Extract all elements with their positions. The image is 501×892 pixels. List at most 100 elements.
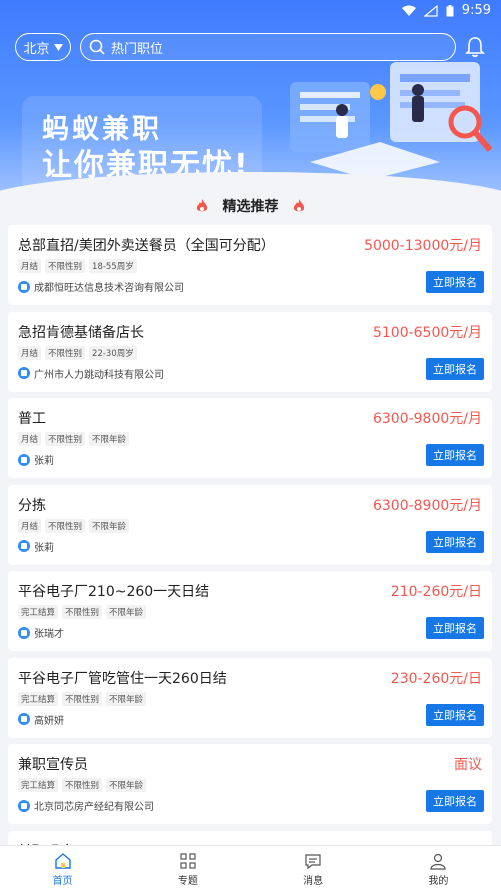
company-icon xyxy=(18,280,30,293)
company-name: 高妍妍 xyxy=(34,715,64,727)
job-title: 兼职宣传员 xyxy=(18,757,88,773)
job-company: 张瑞才 xyxy=(18,625,64,640)
company-name: 成都恒旺达信息技术咨询有限公司 xyxy=(34,283,184,294)
nav-topics-label: 专题 xyxy=(177,875,198,887)
section-header: 精选推荐 xyxy=(0,196,501,216)
company-name: 张莉 xyxy=(34,456,54,467)
job-tag: 不限性别 xyxy=(45,345,86,360)
company-icon xyxy=(18,367,30,379)
job-tag: 22-30周岁 xyxy=(89,345,137,360)
job-salary: 210-260元/日 xyxy=(390,584,482,600)
nav-home[interactable]: 首页 xyxy=(0,846,125,892)
company-icon xyxy=(18,799,30,812)
job-tags: 月结 不限性别 不限年龄 xyxy=(18,518,130,533)
job-tags: 月结 不限性别 18-55周岁 xyxy=(18,259,137,273)
user-icon xyxy=(430,853,446,870)
job-card[interactable]: 普工 6300-9800元/月月结 不限性别 不限年龄张莉 立即报名 xyxy=(8,398,492,478)
bottom-nav: 首页 专题 消息 我的 xyxy=(0,845,501,892)
apply-button[interactable]: 立即报名 xyxy=(426,357,484,380)
job-tag: 完工结算 xyxy=(18,605,59,619)
section-title: 精选推荐 xyxy=(222,199,279,215)
job-salary: 230-260元/日 xyxy=(390,670,482,687)
job-tag: 不限性别 xyxy=(62,778,103,792)
job-title: 急招肯德基储备店长 xyxy=(18,324,144,341)
bell-icon[interactable] xyxy=(464,36,486,58)
nav-home-label: 首页 xyxy=(52,875,73,887)
company-name: 广州市人力跳动科技有限公司 xyxy=(34,369,164,381)
job-card[interactable]: 平谷电子厂管吃管住一天260日结 230-260元/日完工结算 不限性别 不限年龄高妍… xyxy=(8,657,492,738)
job-salary: 面议 xyxy=(454,757,482,773)
grid-icon xyxy=(180,852,196,869)
job-salary: 5100-6500元/月 xyxy=(372,324,482,341)
company-icon xyxy=(18,626,30,639)
job-company: 成都恒旺达信息技术咨询有限公司 xyxy=(18,279,184,294)
banner-illustration xyxy=(290,62,493,180)
status-bar: 9:59 xyxy=(0,0,501,22)
company-icon xyxy=(18,713,30,725)
job-tag: 月结 xyxy=(18,259,42,273)
company-name: 北京同芯房产经纪有限公司 xyxy=(34,802,154,813)
job-tag: 不限年龄 xyxy=(106,691,147,706)
job-salary: 5000-13000元/月 xyxy=(364,238,482,254)
job-tag: 完工结算 xyxy=(18,778,59,792)
job-tag: 18-55周岁 xyxy=(89,259,137,273)
job-card[interactable]: 平谷电子厂210~260一天日结 210-260元/日 完工结算 不限性别 不限年龄 张瑞… xyxy=(8,571,492,651)
message-icon xyxy=(305,853,321,869)
job-tag: 月结 xyxy=(18,518,42,533)
job-title: 分拣 xyxy=(18,497,46,514)
job-company: 广州市人力跳动科技有限公司 xyxy=(18,366,164,381)
apply-button[interactable]: 立即报名 xyxy=(426,444,484,466)
job-tags: 完工结算 不限性别 不限年龄 xyxy=(18,778,147,792)
job-tag: 完工结算 xyxy=(18,691,59,706)
nav-mine[interactable]: 我的 xyxy=(376,846,501,892)
apply-button[interactable]: 立即报名 xyxy=(426,530,484,553)
search-icon xyxy=(89,39,105,55)
apply-button[interactable]: 立即报名 xyxy=(426,790,484,812)
signal-icon xyxy=(423,4,438,17)
nav-messages[interactable]: 消息 xyxy=(251,846,376,892)
job-card[interactable]: 兼职宣传员 面议完工结算 不限性别 不限年龄北京同芯房产经纪有限公司 立即报名 xyxy=(8,744,492,824)
wifi-icon xyxy=(401,5,416,16)
city-selector[interactable]: 北京 xyxy=(15,33,71,61)
job-tag: 不限年龄 xyxy=(106,778,147,792)
job-title: 总部直招/美团外卖送餐员（全国可分配） xyxy=(18,238,275,254)
apply-button[interactable]: 立即报名 xyxy=(426,703,484,726)
job-tag: 不限性别 xyxy=(62,691,103,706)
banner-line1: 蚂蚁兼职 xyxy=(42,114,162,145)
company-icon xyxy=(18,453,30,466)
job-tag: 不限性别 xyxy=(45,432,86,446)
apply-button[interactable]: 立即报名 xyxy=(426,617,484,639)
job-tag: 不限性别 xyxy=(45,259,86,273)
job-title: 平谷电子厂管吃管住一天260日结 xyxy=(18,670,227,687)
apply-button[interactable]: 立即报名 xyxy=(426,271,484,293)
job-card[interactable]: 总部直招/美团外卖送餐员（全国可分配） 5000-13000元/月月结 不限性别 18… xyxy=(8,225,492,305)
company-name: 张瑞才 xyxy=(34,629,64,640)
job-tags: 完工结算 不限性别 不限年龄 xyxy=(18,691,147,706)
status-time: 9:59 xyxy=(461,3,491,18)
search-input[interactable]: 热门职位 xyxy=(80,33,456,61)
job-tag: 不限性别 xyxy=(62,605,103,619)
flame-icon xyxy=(196,199,207,212)
nav-topics[interactable]: 专题 xyxy=(125,846,250,892)
job-tag: 月结 xyxy=(18,345,42,360)
job-card[interactable]: 分拣 6300-8900元/月月结 不限性别 不限年龄张莉 立即报名 xyxy=(8,484,492,565)
job-card[interactable]: 急招肯德基储备店长 5100-6500元/月月结 不限性别 22-30周岁广州市人力跳… xyxy=(8,311,492,392)
job-title: 普工 xyxy=(18,411,46,427)
job-title: 平谷电子厂210~260一天日结 xyxy=(18,584,210,600)
home-icon xyxy=(54,852,71,869)
job-tag: 月结 xyxy=(18,432,42,446)
header-banner: 蚂蚁兼职 让你兼职无忧! xyxy=(0,0,501,205)
flame-icon xyxy=(294,199,305,212)
job-salary: 6300-8900元/月 xyxy=(372,497,482,514)
job-tag: 不限年龄 xyxy=(89,432,130,446)
company-name: 张莉 xyxy=(34,542,54,554)
nav-messages-label: 消息 xyxy=(303,875,324,887)
job-salary: 6300-9800元/月 xyxy=(372,411,482,427)
battery-icon xyxy=(446,4,454,16)
job-company: 张莉 xyxy=(18,452,54,467)
nav-mine-label: 我的 xyxy=(428,875,449,887)
company-icon xyxy=(18,540,30,552)
job-company: 张莉 xyxy=(18,539,54,554)
job-tag: 不限性别 xyxy=(45,518,86,533)
job-tag: 不限年龄 xyxy=(89,518,130,533)
